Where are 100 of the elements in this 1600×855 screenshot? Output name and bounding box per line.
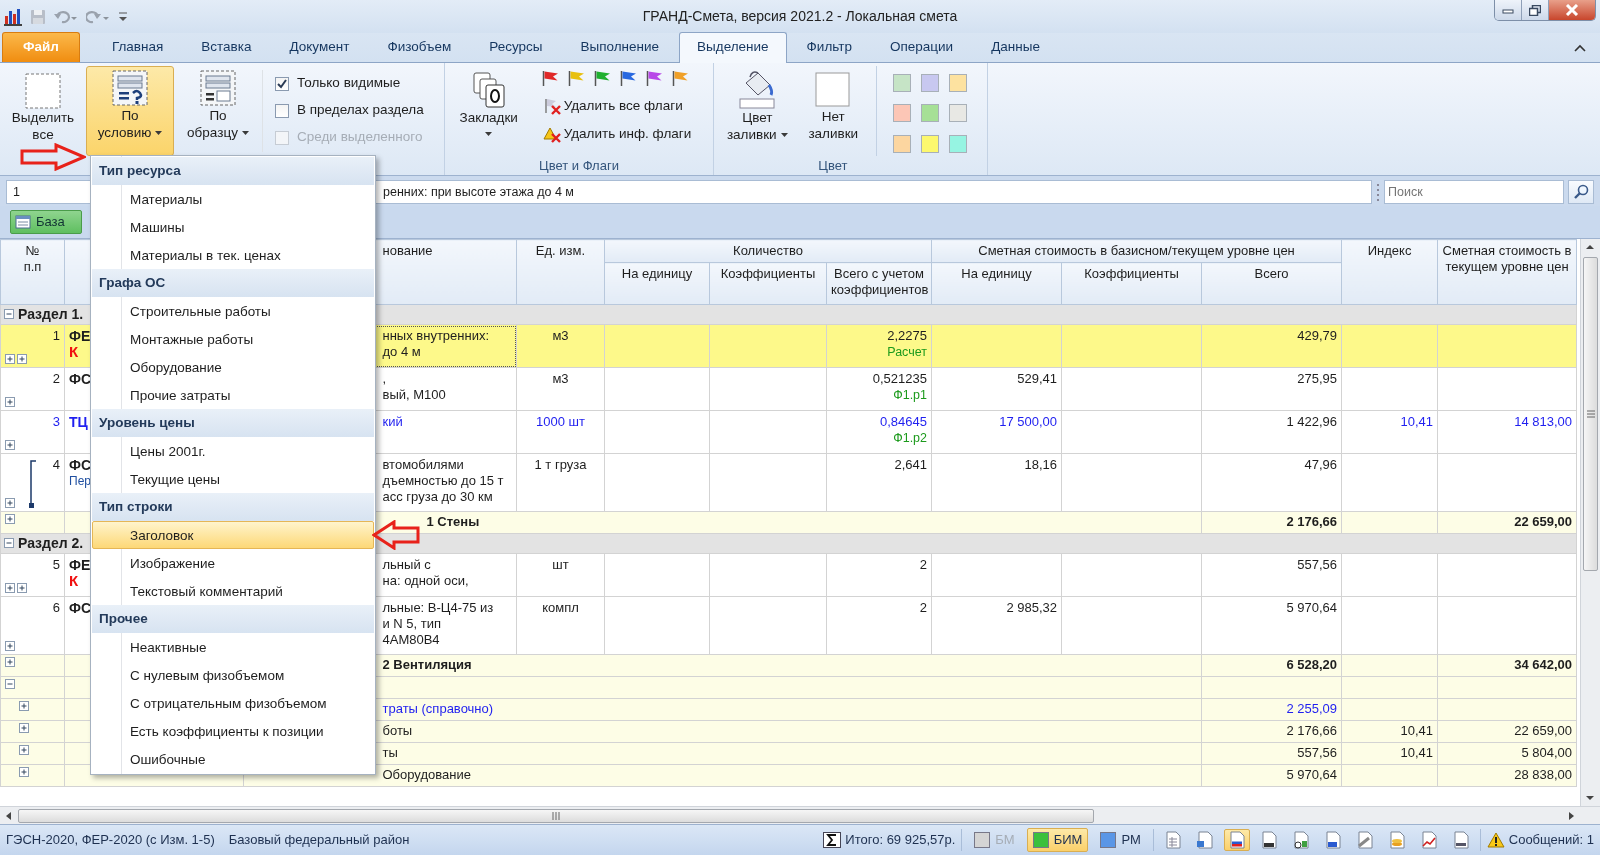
color-swatch[interactable]: [949, 134, 968, 153]
ribbon-tab[interactable]: Фильтр: [788, 31, 870, 62]
collapse-icon[interactable]: [5, 679, 15, 689]
checkbox[interactable]: [275, 103, 289, 118]
menu-item[interactable]: Текущие цены: [92, 465, 374, 493]
mode-button[interactable]: БИМ: [1026, 828, 1089, 852]
color-swatch[interactable]: [949, 74, 968, 92]
scrollbar-thumb[interactable]: [18, 808, 1094, 823]
expand-icon[interactable]: [5, 641, 15, 651]
vertical-scrollbar[interactable]: [1580, 239, 1600, 806]
formula-note: Ф1.р1: [893, 387, 927, 403]
item-code: ТЦ: [69, 414, 88, 430]
row-number: 6: [52, 600, 60, 616]
mode-button[interactable]: РМ: [1094, 828, 1147, 852]
menu-item[interactable]: Есть коэффициенты к позиции: [92, 717, 374, 745]
cell-value: 2,2275: [887, 328, 927, 344]
expand-icon[interactable]: [5, 354, 15, 364]
app-icon[interactable]: [4, 7, 22, 26]
search-field[interactable]: Поиск: [1384, 180, 1564, 204]
ribbon-tab[interactable]: Главная: [93, 31, 182, 62]
expand-icon[interactable]: [5, 514, 15, 524]
remove-flags-button[interactable]: Удалить все флаги: [540, 95, 694, 118]
bookmarks-button[interactable]: Закладки: [448, 66, 529, 156]
ribbon-tab[interactable]: Операции: [871, 31, 972, 62]
customize-icon[interactable]: [118, 10, 128, 23]
menu-item[interactable]: Заголовок: [92, 521, 374, 549]
flag-icon[interactable]: [670, 70, 689, 87]
table-icon: [15, 215, 31, 229]
expand-icon[interactable]: [5, 397, 15, 407]
column-header: № п.п: [0, 239, 65, 305]
restore-button[interactable]: [1522, 0, 1549, 20]
menu-item[interactable]: Ошибочные: [92, 745, 374, 773]
color-swatch[interactable]: [921, 104, 940, 123]
item-name: втомобилями дъемностью до 15 т асс груза до 30 км: [382, 457, 504, 504]
select-all-button[interactable]: Выделить все: [4, 66, 82, 156]
checkbox[interactable]: [275, 76, 289, 91]
expand-icon[interactable]: [5, 498, 15, 508]
no-fill-button[interactable]: Нет заливки: [800, 66, 867, 156]
flag-icon[interactable]: [644, 70, 663, 87]
status-tool-button[interactable]: [1223, 829, 1250, 851]
expand-icon[interactable]: [19, 723, 29, 733]
table-sample-icon: [199, 69, 237, 107]
flag-icon[interactable]: [540, 70, 559, 87]
scrollbar-thumb[interactable]: [1583, 257, 1598, 571]
ribbon-tab[interactable]: Вставка: [183, 31, 270, 62]
menu-item[interactable]: С нулевым физобъемом: [92, 661, 374, 689]
expand-icon[interactable]: [17, 583, 27, 593]
table-cell: 2 985,32: [931, 596, 1062, 655]
ribbon-tab[interactable]: Выполнение: [562, 31, 678, 62]
search-button[interactable]: [1568, 180, 1594, 204]
menu-item[interactable]: Прочие затраты: [92, 381, 374, 409]
color-swatch[interactable]: [949, 104, 968, 123]
menu-item[interactable]: Монтажные работы: [92, 325, 374, 353]
ribbon-tab[interactable]: Ресурсы: [471, 31, 561, 62]
collapse-icon[interactable]: [4, 309, 14, 319]
expand-icon[interactable]: [5, 440, 15, 450]
close-icon: [1565, 4, 1579, 16]
row-number: 5: [52, 557, 60, 573]
cell-reference-field[interactable]: 1: [6, 180, 92, 204]
cell-value: 2: [919, 557, 927, 573]
splitter-grip-icon[interactable]: [1376, 182, 1380, 202]
remove-flags-button[interactable]: Удалить инф. флаги: [540, 123, 694, 146]
base-tab[interactable]: База: [10, 210, 82, 234]
flag-icon[interactable]: [618, 70, 637, 87]
cell-value: 2: [919, 600, 927, 616]
color-swatch[interactable]: [893, 134, 912, 153]
ribbon-tab[interactable]: Документ: [271, 31, 368, 62]
collapse-ribbon-icon[interactable]: [1574, 44, 1586, 52]
status-text: ГЭСН-2020, ФЕР-2020 (с Изм. 1-5): [6, 831, 215, 850]
menu-section-header: Уровень цены: [92, 409, 374, 437]
sample-button[interactable]: По образцу: [178, 66, 258, 156]
caret-icon: [780, 133, 788, 138]
color-swatch[interactable]: [921, 134, 940, 153]
table-cell: 5 970,64: [1201, 764, 1342, 787]
expand-icon[interactable]: [19, 767, 29, 777]
table-cell: 2 255,09: [1201, 698, 1342, 721]
expand-icon[interactable]: [17, 354, 27, 364]
column-header: Количество: [604, 239, 932, 263]
condition-button[interactable]: По условию: [86, 66, 174, 156]
flag-icon[interactable]: [592, 70, 611, 87]
fill-color-button[interactable]: Цвет заливки: [718, 66, 797, 156]
expand-icon[interactable]: [19, 701, 29, 711]
expand-icon[interactable]: [5, 657, 15, 667]
expand-icon[interactable]: [5, 583, 15, 593]
grip-icon: [1586, 410, 1595, 418]
color-swatch[interactable]: [893, 74, 912, 92]
ribbon-tab[interactable]: Данные: [973, 31, 1058, 62]
ribbon-tab[interactable]: Физобъем: [369, 31, 470, 62]
collapse-icon[interactable]: [4, 538, 14, 548]
expand-icon[interactable]: [19, 745, 29, 755]
flag-icon[interactable]: [566, 70, 585, 87]
menu-item[interactable]: С отрицательным физобъемом: [92, 689, 374, 717]
menu-item[interactable]: Машины: [92, 213, 374, 241]
ribbon-tab[interactable]: Выделение: [679, 31, 787, 63]
caret-icon: [485, 132, 493, 136]
close-button[interactable]: [1549, 0, 1595, 20]
color-swatch[interactable]: [921, 74, 940, 92]
table-cell: компл: [516, 596, 605, 655]
item-name: , вый, М100: [382, 371, 446, 402]
color-swatch[interactable]: [893, 104, 912, 123]
